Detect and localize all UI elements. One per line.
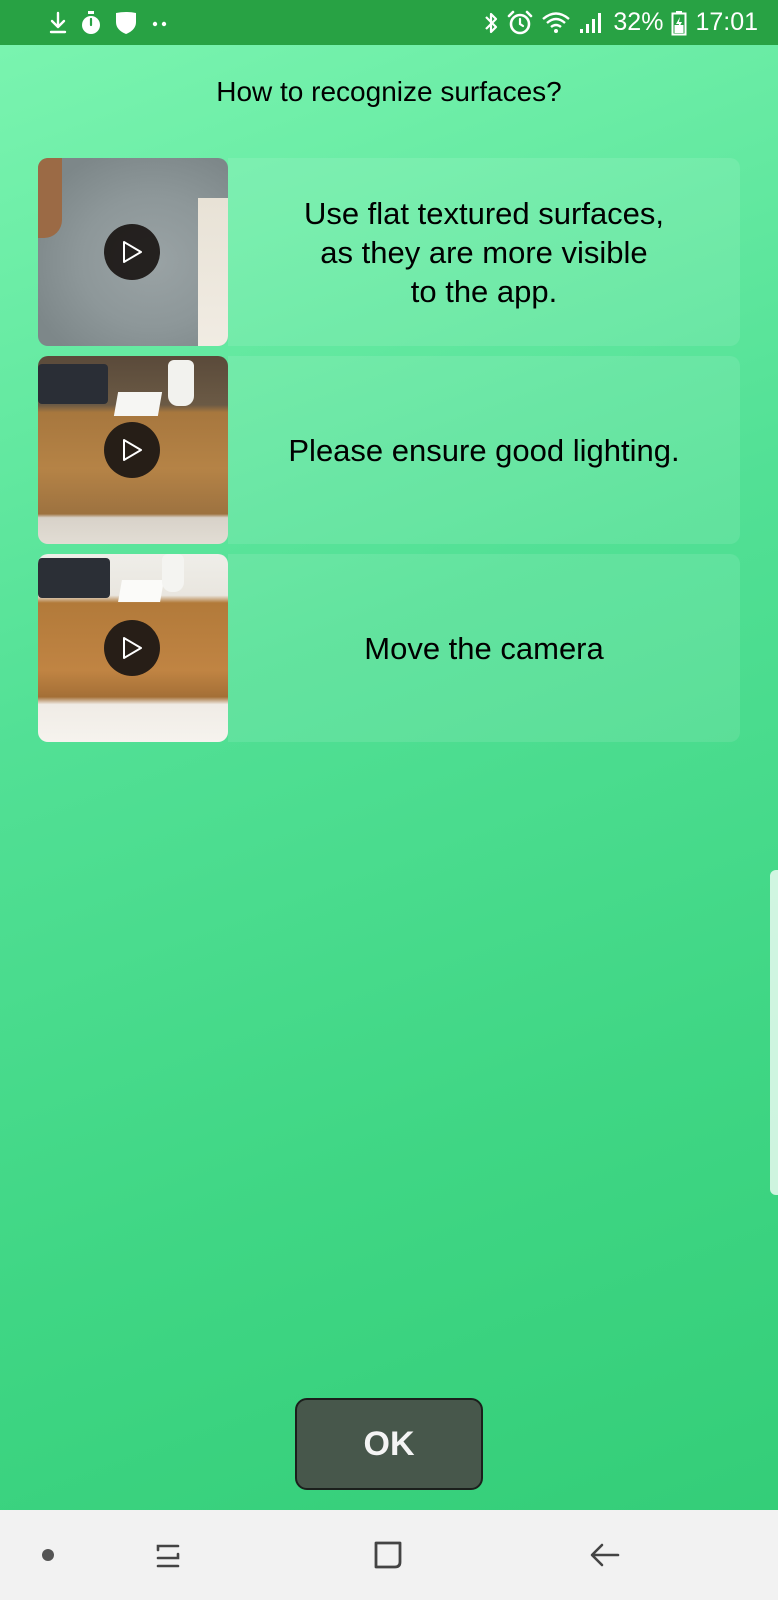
dot-button[interactable]	[18, 1510, 78, 1600]
recent-apps-icon	[156, 1544, 180, 1568]
play-icon	[123, 439, 142, 461]
tip-card: Move the camera	[228, 554, 740, 742]
tip-card: Please ensure good lighting.	[228, 356, 740, 544]
back-icon	[590, 1543, 620, 1567]
bluetooth-icon	[483, 10, 499, 36]
scroll-handle[interactable]	[770, 870, 778, 1195]
recent-apps-button[interactable]	[138, 1510, 198, 1600]
status-bar: 32% 17:01	[0, 0, 778, 45]
download-icon	[48, 11, 68, 35]
vase-shape	[168, 360, 194, 406]
play-icon	[123, 241, 142, 263]
back-button[interactable]	[575, 1510, 635, 1600]
battery-icon	[671, 10, 687, 36]
vase-shape	[162, 554, 184, 592]
video-thumbnail[interactable]	[38, 554, 228, 742]
tip-card: Use flat textured surfaces, as they are …	[228, 158, 740, 346]
paper-shape	[113, 392, 163, 416]
dot-icon	[42, 1549, 54, 1561]
paper-shape	[118, 580, 164, 602]
stopwatch-icon	[80, 10, 102, 36]
navigation-bar	[0, 1510, 778, 1600]
video-thumbnail[interactable]	[38, 356, 228, 544]
tip-text: Please ensure good lighting.	[288, 432, 680, 468]
shield-icon	[114, 10, 138, 36]
alarm-icon	[507, 10, 533, 36]
home-button[interactable]	[358, 1510, 418, 1600]
tip-row-lighting: Please ensure good lighting.	[38, 356, 740, 544]
printer-shape	[38, 558, 110, 598]
play-button[interactable]	[104, 224, 160, 280]
battery-percent: 32%	[613, 8, 664, 36]
play-button[interactable]	[104, 422, 160, 478]
page-title: How to recognize surfaces?	[216, 76, 562, 107]
ok-button[interactable]: OK	[295, 1398, 483, 1490]
play-icon	[123, 637, 142, 659]
printer-shape	[38, 364, 108, 404]
clock: 17:01	[695, 8, 758, 36]
tip-text: Use flat textured surfaces, as they are …	[303, 195, 665, 309]
status-right-icons: 32% 17:01	[483, 0, 758, 45]
tip-row-move-camera: Move the camera	[38, 554, 740, 742]
tip-text: Move the camera	[364, 630, 604, 666]
video-thumbnail[interactable]	[38, 158, 228, 346]
signal-icon	[579, 11, 605, 35]
home-icon	[374, 1541, 402, 1569]
status-left-icons	[48, 10, 170, 36]
more-dots-icon	[150, 18, 170, 28]
play-button[interactable]	[104, 620, 160, 676]
wifi-icon	[541, 11, 571, 35]
tip-row-flat-surfaces: Use flat textured surfaces, as they are …	[38, 158, 740, 346]
